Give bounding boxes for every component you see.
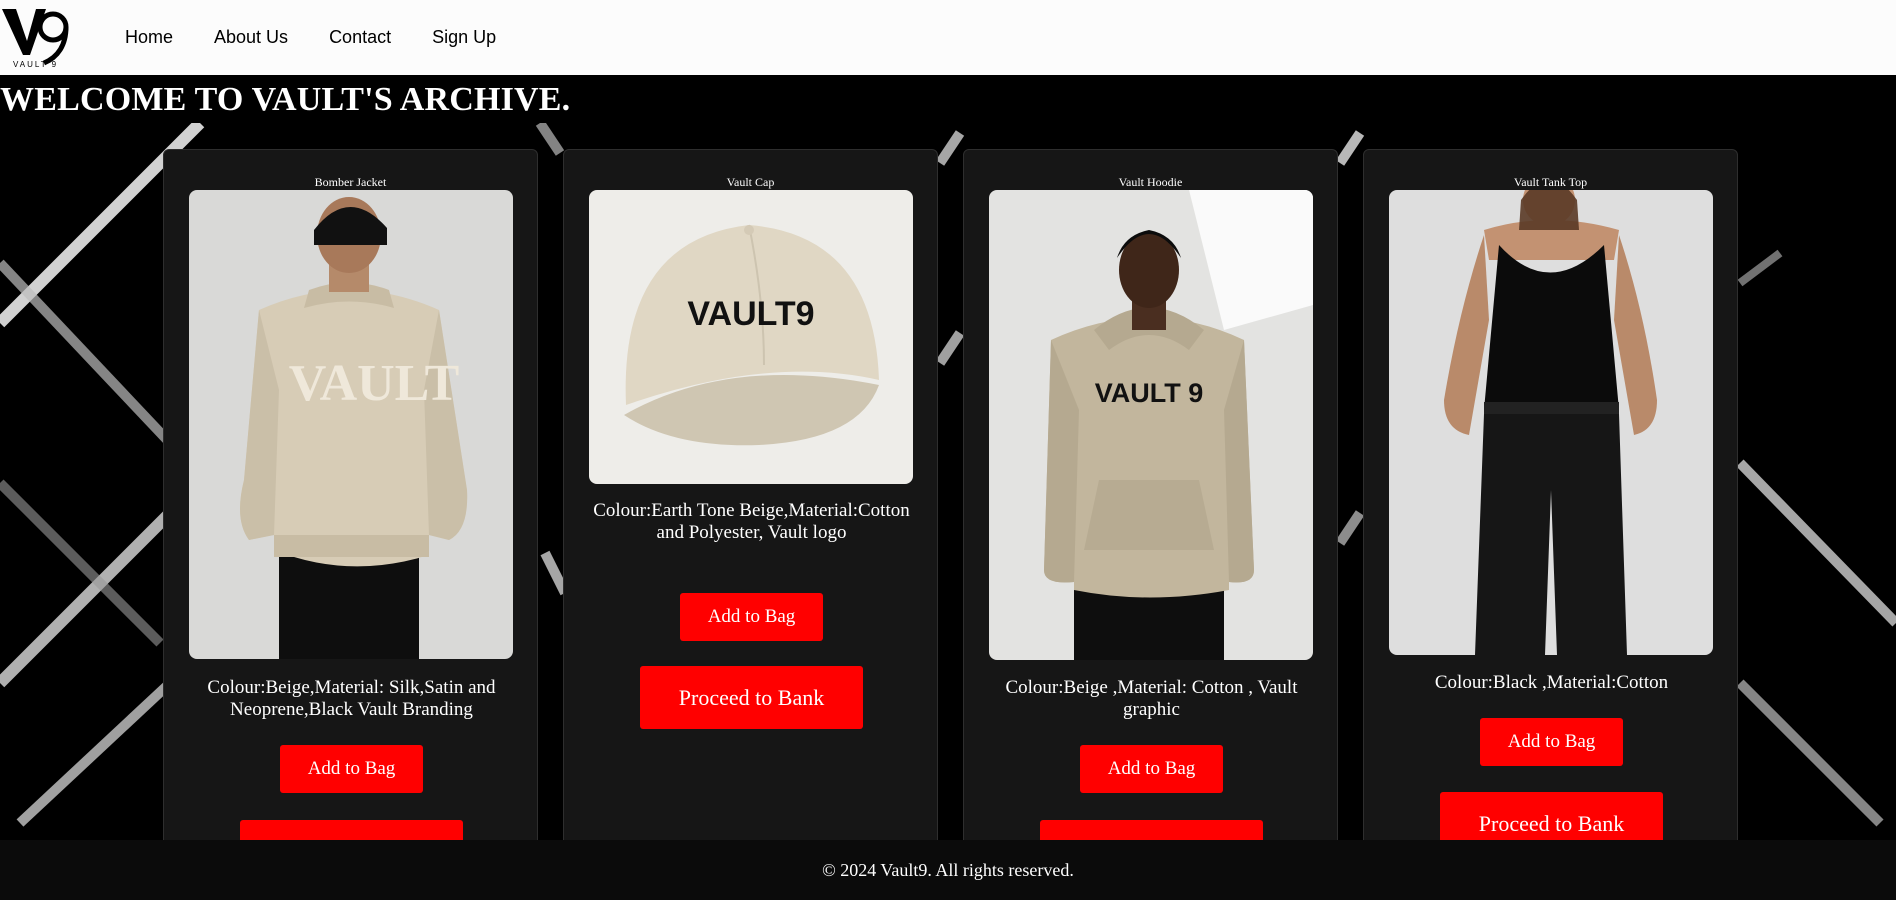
hoodie-print-text: VAULT 9 bbox=[1095, 378, 1204, 408]
add-to-bag-button[interactable]: Add to Bag bbox=[1080, 745, 1223, 793]
add-to-bag-button[interactable]: Add to Bag bbox=[680, 593, 823, 641]
product-description: Colour:Earth Tone Beige,Material:Cotton … bbox=[593, 500, 910, 543]
cap-logo-text: VAULT9 bbox=[687, 295, 814, 333]
product-image-bomber-jacket: VAULT bbox=[189, 190, 513, 659]
product-image-vault-hoodie: VAULT 9 bbox=[989, 190, 1313, 660]
jacket-print-text: VAULT bbox=[289, 355, 460, 412]
product-image-vault-tank-top bbox=[1389, 190, 1713, 655]
logo-subtext: VAULT 9 bbox=[13, 59, 59, 69]
product-card-bomber-jacket: Bomber Jacket VAULT Colour:Beige,Materia… bbox=[163, 149, 538, 849]
footer-copyright: © 2024 Vault9. All rights reserved. bbox=[822, 860, 1074, 880]
nav-about-link[interactable]: About Us bbox=[214, 27, 288, 48]
nav-contact-link[interactable]: Contact bbox=[329, 27, 391, 48]
top-nav: VAULT 9 Home About Us Contact Sign Up bbox=[0, 0, 1896, 75]
product-card-vault-hoodie: Vault Hoodie VAULT 9 Colour:Beige ,Mater… bbox=[963, 149, 1338, 849]
product-image-vault-cap: VAULT9 bbox=[589, 190, 913, 484]
product-description: Colour:Beige,Material: Silk,Satin and Ne… bbox=[207, 677, 496, 720]
product-card-vault-cap: Vault Cap VAULT9 Colour:Earth Tone Beige… bbox=[563, 149, 938, 849]
add-to-bag-button[interactable]: Add to Bag bbox=[280, 745, 423, 793]
product-name: Vault Hoodie bbox=[1118, 175, 1183, 189]
nav-links: Home About Us Contact Sign Up bbox=[125, 27, 537, 48]
product-card-vault-tank-top: Vault Tank Top Colour:Black ,Material:Co… bbox=[1363, 149, 1738, 849]
footer: © 2024 Vault9. All rights reserved. bbox=[0, 840, 1896, 900]
product-name: Bomber Jacket bbox=[314, 175, 387, 189]
nav-signup-link[interactable]: Sign Up bbox=[432, 27, 496, 48]
product-name: Vault Cap bbox=[726, 175, 775, 189]
add-to-bag-button[interactable]: Add to Bag bbox=[1480, 718, 1623, 766]
product-description: Colour:Beige ,Material: Cotton , Vault g… bbox=[1005, 677, 1298, 720]
product-description: Colour:Black ,Material:Cotton bbox=[1434, 672, 1669, 693]
nav-home-link[interactable]: Home bbox=[125, 27, 173, 48]
proceed-to-bank-button[interactable]: Proceed to Bank bbox=[640, 666, 863, 729]
brand-logo[interactable]: VAULT 9 bbox=[0, 3, 75, 73]
product-name: Vault Tank Top bbox=[1513, 175, 1588, 189]
page-title: WELCOME TO VAULT'S ARCHIVE. bbox=[0, 81, 571, 118]
